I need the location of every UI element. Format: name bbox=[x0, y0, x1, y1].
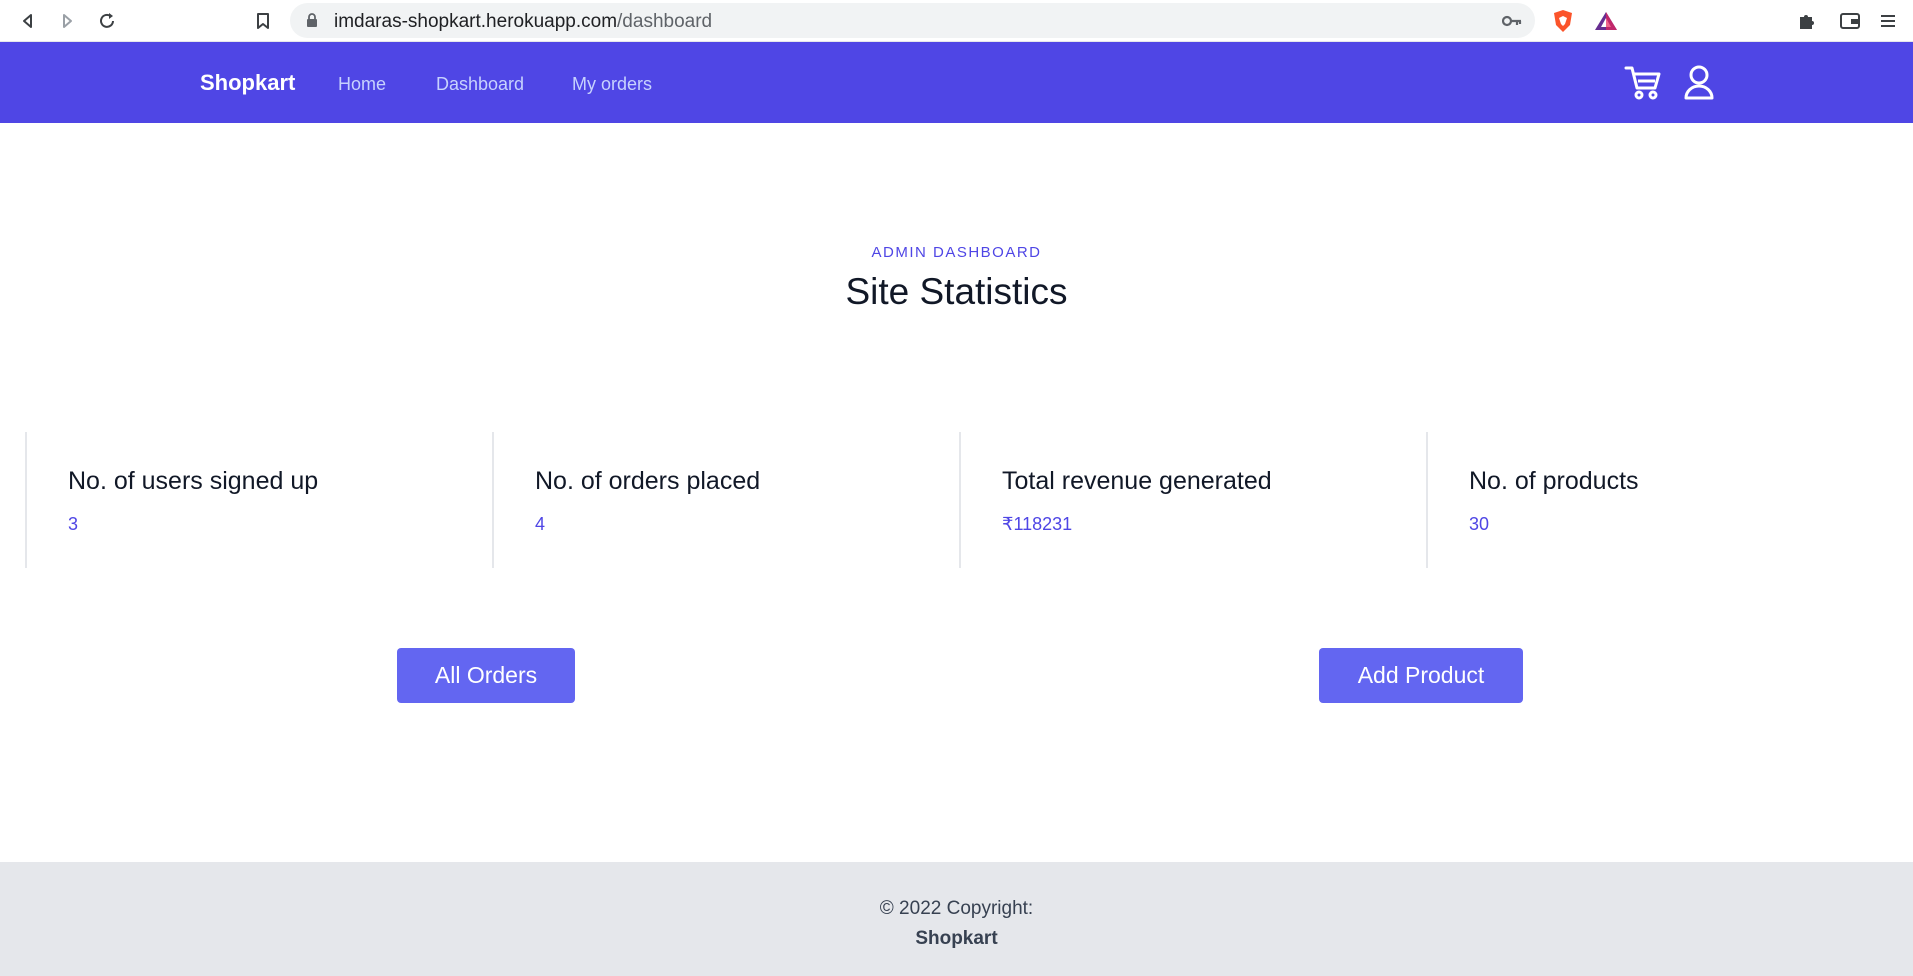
stat-label: No. of products bbox=[1469, 467, 1639, 495]
reload-icon[interactable] bbox=[93, 7, 121, 35]
nav-link-dashboard[interactable]: Dashboard bbox=[436, 74, 524, 95]
forward-icon[interactable] bbox=[53, 7, 81, 35]
stat-value: 3 bbox=[68, 514, 79, 534]
stat-label: No. of orders placed bbox=[535, 467, 761, 495]
rewards-icon[interactable] bbox=[1593, 8, 1619, 34]
section-eyebrow: ADMIN DASHBOARD bbox=[871, 244, 1042, 261]
stat-users: No. of users signed up 3 bbox=[25, 432, 492, 568]
user-icon[interactable] bbox=[1680, 63, 1718, 101]
footer: © 2022 Copyright: Shopkart bbox=[0, 862, 1913, 976]
stat-label: Total revenue generated bbox=[1002, 467, 1272, 495]
back-icon[interactable] bbox=[14, 7, 42, 35]
all-orders-button[interactable]: All Orders bbox=[397, 648, 575, 703]
add-product-button[interactable]: Add Product bbox=[1319, 648, 1523, 703]
stat-value: 4 bbox=[535, 514, 546, 534]
url-host: imdaras-shopkart.herokuapp.com bbox=[334, 11, 618, 32]
brand-logo[interactable]: Shopkart bbox=[200, 70, 295, 96]
bookmark-icon[interactable] bbox=[249, 7, 277, 35]
stats-grid: No. of users signed up 3 No. of orders p… bbox=[25, 432, 1913, 568]
wallet-icon[interactable] bbox=[1837, 8, 1863, 34]
lock-icon bbox=[306, 13, 318, 33]
stat-value: 30 bbox=[1469, 514, 1490, 534]
footer-copyright: © 2022 Copyright: bbox=[879, 898, 1034, 919]
brave-shields-icon[interactable] bbox=[1550, 8, 1576, 34]
url-path: /dashboard bbox=[617, 11, 713, 32]
nav-link-my-orders[interactable]: My orders bbox=[572, 74, 652, 95]
footer-owner: Shopkart bbox=[915, 928, 998, 949]
address-url: imdaras-shopkart.herokuapp.com/dashboard bbox=[334, 11, 712, 33]
browser-toolbar: imdaras-shopkart.herokuapp.com/dashboard bbox=[0, 0, 1913, 42]
stat-revenue: Total revenue generated ₹118231 bbox=[959, 432, 1426, 568]
address-bar[interactable]: imdaras-shopkart.herokuapp.com/dashboard bbox=[290, 3, 1535, 38]
cart-icon[interactable] bbox=[1624, 63, 1662, 101]
top-navbar: Shopkart Home Dashboard My orders bbox=[0, 42, 1913, 123]
extensions-icon[interactable] bbox=[1794, 8, 1820, 34]
stat-orders: No. of orders placed 4 bbox=[492, 432, 959, 568]
stat-value: ₹118231 bbox=[1002, 514, 1073, 534]
stat-label: No. of users signed up bbox=[68, 467, 319, 495]
nav-link-home[interactable]: Home bbox=[338, 74, 386, 95]
menu-icon[interactable] bbox=[1875, 8, 1901, 34]
page-title: Site Statistics bbox=[845, 271, 1068, 312]
key-icon[interactable] bbox=[1500, 9, 1524, 33]
stat-products: No. of products 30 bbox=[1426, 432, 1893, 568]
